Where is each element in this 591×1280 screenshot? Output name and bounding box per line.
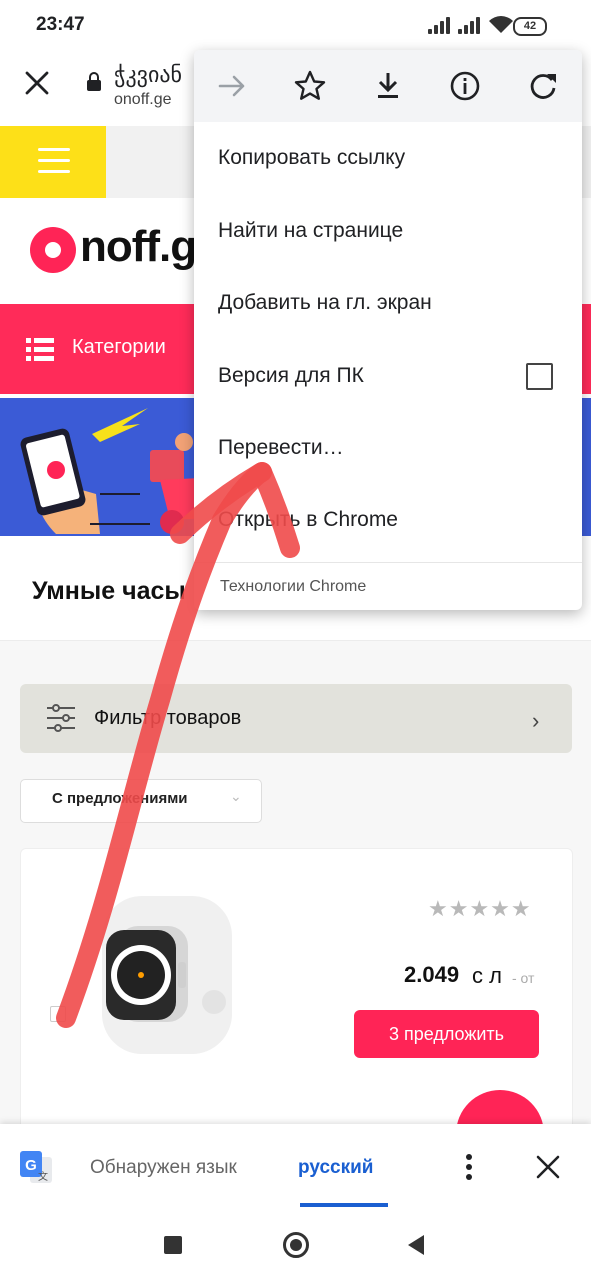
price-from: - от: [512, 970, 535, 986]
chrome-overflow-menu: Копировать ссылку Найти на странице Доба…: [194, 50, 582, 610]
menu-item-add-to-home[interactable]: Добавить на гл. экран: [218, 291, 432, 315]
menu-divider: [194, 562, 582, 563]
refresh-icon[interactable]: [525, 68, 561, 104]
star-icon[interactable]: [292, 68, 328, 104]
roaming-signal-icon: [458, 17, 482, 34]
menu-item-translate[interactable]: Перевести…: [218, 436, 344, 460]
signal-icon: [428, 17, 454, 34]
desktop-version-checkbox[interactable]: [526, 363, 553, 390]
active-tab-indicator: [300, 1203, 388, 1207]
menu-item-open-in-chrome[interactable]: Открыть в Chrome: [218, 508, 398, 532]
sort-label: С предложениями: [52, 790, 188, 807]
logo-mark[interactable]: [30, 227, 76, 273]
language-tab-russian[interactable]: русский: [298, 1157, 373, 1179]
filter-label: Фильтр товаров: [94, 707, 242, 729]
download-icon[interactable]: [370, 68, 406, 104]
page-title[interactable]: ჭკვიან: [114, 62, 182, 88]
sliders-icon: [47, 704, 75, 732]
compare-checkbox[interactable]: [50, 1006, 66, 1022]
menu-footer: Технологии Chrome: [220, 578, 367, 595]
url-text[interactable]: onoff.ge: [114, 91, 172, 109]
home-button[interactable]: [283, 1232, 309, 1258]
home-dot: [290, 1239, 302, 1251]
list-icon: [26, 338, 54, 361]
menu-item-find-in-page[interactable]: Найти на странице: [218, 219, 403, 243]
hamburger-icon: [38, 148, 70, 151]
translate-bar: [0, 1124, 591, 1210]
back-button[interactable]: [406, 1234, 426, 1256]
google-translate-icon: G 文: [20, 1151, 52, 1183]
offers-button[interactable]: 3 предложить: [354, 1010, 539, 1058]
status-time: 23:47: [36, 14, 85, 35]
close-icon[interactable]: [536, 1155, 560, 1179]
info-icon[interactable]: [447, 68, 483, 104]
chevron-down-icon: ⌄: [230, 788, 242, 804]
section-title: Умные часы: [32, 577, 186, 605]
svg-text:文: 文: [38, 1170, 48, 1183]
lock-icon: [87, 72, 101, 91]
close-icon[interactable]: [24, 70, 50, 96]
price-value: 2.049: [404, 962, 460, 987]
menu-item-copy-link[interactable]: Копировать ссылку: [218, 146, 405, 170]
price-currency: с л: [472, 963, 502, 988]
menu-toolbar: [194, 50, 582, 122]
recents-button[interactable]: [164, 1236, 182, 1254]
wifi-icon: [489, 16, 513, 33]
site-menu-button[interactable]: [0, 126, 106, 198]
more-options-icon[interactable]: [462, 1153, 476, 1181]
rating-stars: ★★★★★: [428, 896, 532, 921]
detected-language-label[interactable]: Обнаружен язык: [90, 1157, 237, 1179]
forward-icon[interactable]: [214, 68, 250, 104]
menu-item-desktop-version[interactable]: Версия для ПК: [218, 364, 364, 388]
svg-text:G: G: [25, 1157, 37, 1174]
battery-indicator: 42: [513, 17, 547, 36]
chevron-right-icon: ›: [532, 708, 540, 733]
product-image[interactable]: [88, 892, 248, 1062]
categories-label: Категории: [72, 336, 166, 358]
